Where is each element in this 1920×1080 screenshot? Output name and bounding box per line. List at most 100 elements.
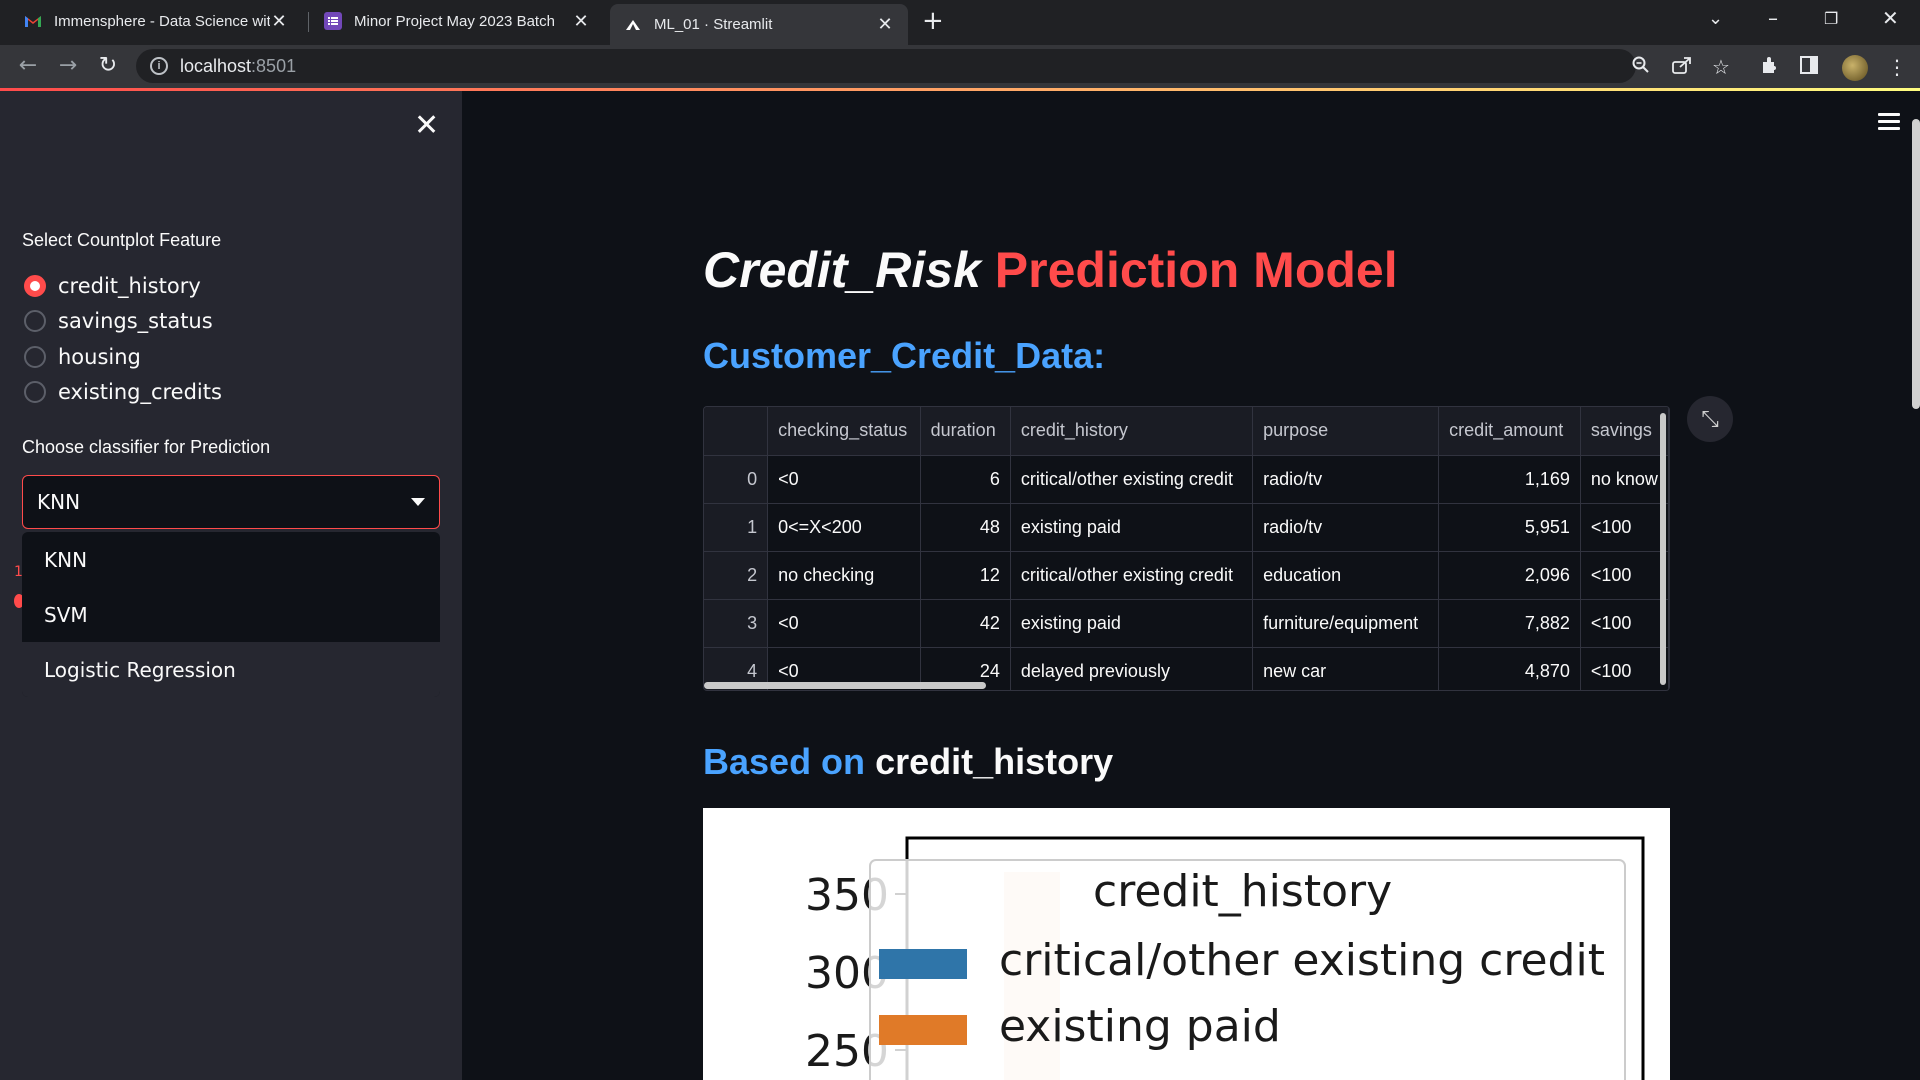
cell[interactable]: <100: [1580, 551, 1669, 600]
url-port: :8501: [251, 55, 297, 76]
forms-icon: [324, 12, 342, 30]
column-header[interactable]: credit_history: [1010, 407, 1254, 456]
customer-data-subheader: Customer_Credit_Data:: [703, 335, 1106, 376]
radio-housing[interactable]: housing: [24, 345, 141, 369]
site-info-icon[interactable]: i: [150, 57, 168, 75]
cell[interactable]: 2,096: [1438, 551, 1581, 600]
cell[interactable]: 2: [704, 551, 769, 600]
fullscreen-icon[interactable]: ⤡: [1687, 396, 1733, 442]
extensions-icon[interactable]: [1760, 55, 1780, 80]
dropdown-option-knn[interactable]: KNN: [22, 532, 440, 587]
close-sidebar-icon[interactable]: ✕: [414, 111, 439, 141]
page-title: Credit_Risk Prediction Model: [703, 241, 1398, 299]
cell[interactable]: no know: [1580, 455, 1669, 504]
close-window-icon[interactable]: ✕: [1882, 6, 1899, 30]
address-bar: ← → ↻ i localhost:8501 ☆ ⋮: [0, 45, 1920, 88]
column-header[interactable]: checking_status: [767, 407, 921, 456]
cell[interactable]: 12: [920, 551, 1011, 600]
classifier-select[interactable]: KNN: [22, 475, 440, 529]
dropdown-option-logistic-regression[interactable]: Logistic Regression: [22, 642, 440, 697]
cell[interactable]: existing paid: [1010, 503, 1254, 552]
radio-savings-status[interactable]: savings_status: [24, 309, 213, 333]
radio-label: savings_status: [58, 309, 213, 333]
cell[interactable]: 48: [920, 503, 1011, 552]
cell[interactable]: <0: [767, 599, 921, 648]
classifier-dropdown: KNN SVM Logistic Regression: [22, 532, 440, 697]
radio-credit-history[interactable]: credit_history: [24, 274, 201, 298]
tab-minor-project[interactable]: Minor Project May 2023 Batch ✕: [310, 0, 604, 42]
minimize-icon[interactable]: –: [1768, 6, 1778, 30]
column-header[interactable]: purpose: [1252, 407, 1440, 456]
cell[interactable]: <100: [1580, 599, 1669, 648]
new-tab-icon[interactable]: +: [922, 8, 944, 34]
tab-title: Minor Project May 2023 Batch: [354, 12, 555, 30]
page-scrollbar[interactable]: [1912, 119, 1920, 409]
cell[interactable]: furniture/equipment: [1252, 599, 1440, 648]
based-on-feature: credit_history: [875, 741, 1114, 782]
cell[interactable]: 4,870: [1438, 647, 1581, 690]
chevron-down-icon[interactable]: [411, 498, 425, 506]
radio-unchecked-icon[interactable]: [24, 310, 46, 332]
cell[interactable]: 3: [704, 599, 769, 648]
profile-avatar[interactable]: [1842, 55, 1868, 81]
cell[interactable]: no checking: [767, 551, 921, 600]
cell[interactable]: 1: [704, 503, 769, 552]
dropdown-option-svm[interactable]: SVM: [22, 587, 440, 642]
radio-unchecked-icon[interactable]: [24, 346, 46, 368]
forward-icon[interactable]: →: [54, 53, 82, 78]
back-icon[interactable]: ←: [14, 53, 42, 78]
side-panel-icon[interactable]: [1800, 55, 1818, 79]
close-icon[interactable]: ✕: [270, 11, 288, 32]
cell[interactable]: delayed previously: [1010, 647, 1254, 690]
cell[interactable]: <0: [767, 455, 921, 504]
hamburger-menu-icon[interactable]: [1878, 113, 1900, 134]
cell[interactable]: education: [1252, 551, 1440, 600]
url-host: localhost: [180, 55, 252, 76]
close-icon[interactable]: ✕: [876, 14, 894, 35]
close-icon[interactable]: ✕: [572, 11, 590, 32]
dataframe[interactable]: checking_status duration credit_history …: [703, 406, 1670, 691]
share-icon[interactable]: [1672, 55, 1692, 79]
countplot-chart: 350 300 250 credit_history critical/other …: [703, 808, 1670, 1080]
cell[interactable]: <100: [1580, 503, 1669, 552]
restore-icon[interactable]: ❐: [1824, 9, 1838, 28]
radio-checked-icon[interactable]: [24, 275, 46, 297]
radio-unchecked-icon[interactable]: [24, 381, 46, 403]
column-header-index[interactable]: [704, 407, 769, 456]
tab-immensphere[interactable]: Immensphere - Data Science wit ✕: [10, 0, 302, 42]
cell[interactable]: radio/tv: [1252, 503, 1440, 552]
table-vertical-scrollbar[interactable]: [1660, 413, 1666, 685]
cell[interactable]: new car: [1252, 647, 1440, 690]
radio-label: existing_credits: [58, 380, 222, 404]
column-header[interactable]: savings: [1580, 407, 1669, 456]
star-icon[interactable]: ☆: [1712, 55, 1730, 79]
table-row: 3 <0 42 existing paid furniture/equipmen…: [704, 599, 1669, 648]
cell[interactable]: existing paid: [1010, 599, 1254, 648]
url-field[interactable]: i localhost:8501: [136, 49, 1636, 83]
cell[interactable]: radio/tv: [1252, 455, 1440, 504]
cell[interactable]: 6: [920, 455, 1011, 504]
column-header[interactable]: credit_amount: [1438, 407, 1581, 456]
column-header[interactable]: duration: [920, 407, 1011, 456]
countplot-svg: 350300250 credit_history critical/other …: [805, 836, 1645, 1080]
cell[interactable]: 0: [704, 455, 769, 504]
based-on-prefix: Based on: [703, 741, 866, 782]
cell[interactable]: 42: [920, 599, 1011, 648]
cell[interactable]: 1,169: [1438, 455, 1581, 504]
cell[interactable]: critical/other existing credit: [1010, 551, 1254, 600]
cell[interactable]: 5,951: [1438, 503, 1581, 552]
more-menu-icon[interactable]: ⋮: [1887, 55, 1907, 79]
tab-search-chevron-icon[interactable]: ⌄: [1708, 8, 1723, 29]
browser-tab-bar: Immensphere - Data Science wit ✕ Minor P…: [0, 0, 1920, 45]
zoom-icon[interactable]: [1632, 55, 1650, 79]
cell[interactable]: <100: [1580, 647, 1669, 690]
reload-icon[interactable]: ↻: [94, 53, 122, 78]
radio-label: housing: [58, 345, 141, 369]
cell[interactable]: 7,882: [1438, 599, 1581, 648]
tab-streamlit[interactable]: ML_01 · Streamlit ✕: [610, 4, 908, 45]
legend-title: credit_history: [1093, 866, 1392, 917]
cell[interactable]: 0<=X<200: [767, 503, 921, 552]
radio-existing-credits[interactable]: existing_credits: [24, 380, 222, 404]
cell[interactable]: critical/other existing credit: [1010, 455, 1254, 504]
table-horizontal-scrollbar[interactable]: [704, 682, 986, 689]
